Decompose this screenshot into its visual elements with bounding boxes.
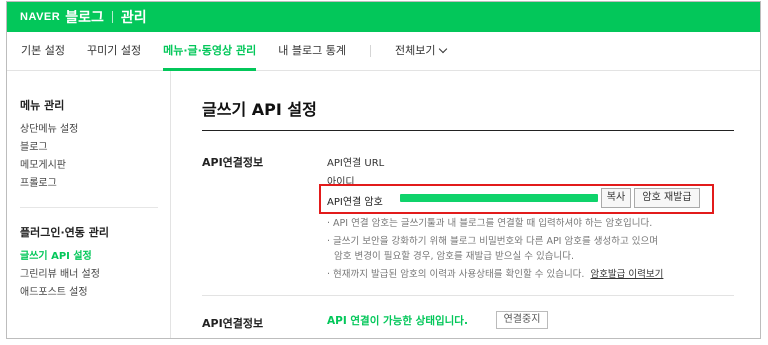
tab-divider (369, 45, 371, 57)
title-divider (202, 130, 734, 131)
sidebar-item-adpost[interactable]: 애드포스트 설정 (20, 283, 88, 298)
tab-blog-stats[interactable]: 내 블로그 통계 (278, 32, 346, 70)
api-status-label: API연결정보 (202, 317, 264, 330)
sidebar-item-green-review[interactable]: 그린리뷰 배너 설정 (20, 265, 100, 280)
reissue-password-button[interactable]: 암호 재발급 (634, 188, 700, 208)
api-password-label: API연결 암호 (327, 197, 383, 208)
note-line-history: · 현재까지 발급된 암호의 이력과 사용상태를 확인할 수 있습니다. 암호발급… (327, 266, 663, 280)
section-divider (202, 295, 734, 296)
main-tabs: 기본 설정 꾸미기 설정 메뉴·글·동영상 관리 내 블로그 통계 전체보기 (7, 32, 760, 71)
sidebar-item-top-menu[interactable]: 상단메뉴 설정 (20, 120, 78, 135)
tab-menu-post-video[interactable]: 메뉴·글·동영상 관리 (163, 32, 257, 71)
sidebar-menu-title: 메뉴 관리 (20, 99, 65, 112)
blog-link[interactable]: 블로그 (65, 7, 104, 27)
stop-connection-button[interactable]: 연결중지 (496, 311, 548, 329)
sidebar: 메뉴 관리 상단메뉴 설정 블로그 메모게시판 프롤로그 플러그인·연동 관리 … (7, 71, 171, 338)
main-content: 글쓰기 API 설정 API연결정보 API연결 URL 아이디 API연결 암… (171, 71, 760, 338)
note-text: · 현재까지 발급된 암호의 이력과 사용상태를 확인할 수 있습니다. (327, 269, 585, 280)
admin-link[interactable]: 관리 (121, 7, 147, 27)
note-line: · API 연결 암호는 글쓰기툴과 내 블로그를 연결할 때 입력하셔야 하는… (327, 218, 653, 229)
admin-window: NAVER 블로그 관리 기본 설정 꾸미기 설정 메뉴·글·동영상 관리 내 … (6, 1, 761, 339)
chevron-down-icon (439, 44, 448, 54)
naver-logo[interactable]: NAVER (20, 11, 60, 23)
tab-view-all-label: 전체보기 (394, 44, 436, 57)
api-status-text: API 연결이 가능한 상태입니다. (327, 315, 468, 327)
sidebar-item-write-api[interactable]: 글쓰기 API 설정 (20, 247, 92, 262)
tab-decorate-settings[interactable]: 꾸미기 설정 (87, 32, 141, 70)
note-line: 암호 변경이 필요할 경우, 암호를 재발급 받으실 수 있습니다. (334, 251, 574, 262)
api-url-label: API연결 URL (327, 158, 385, 169)
password-history-link[interactable]: 암호발급 이력보기 (590, 269, 663, 280)
sidebar-item-prologue[interactable]: 프롤로그 (20, 174, 57, 189)
top-bar: NAVER 블로그 관리 (7, 2, 760, 32)
sidebar-plugin-title: 플러그인·연동 관리 (20, 226, 109, 239)
tab-basic-settings[interactable]: 기본 설정 (21, 32, 65, 70)
api-info-label: API연결정보 (202, 156, 264, 169)
api-password-redacted (400, 194, 598, 202)
page-title: 글쓰기 API 설정 (202, 100, 317, 119)
sidebar-item-memo-board[interactable]: 메모게시판 (20, 156, 66, 171)
tab-view-all[interactable]: 전체보기 (394, 32, 448, 70)
header-divider (111, 11, 113, 23)
note-line: · 글쓰기 보안을 강화하기 위해 블로그 비밀번호와 다른 API 암호를 생… (327, 236, 658, 247)
copy-button[interactable]: 복사 (601, 188, 631, 208)
sidebar-divider (20, 207, 158, 208)
sidebar-item-blog[interactable]: 블로그 (20, 138, 48, 153)
